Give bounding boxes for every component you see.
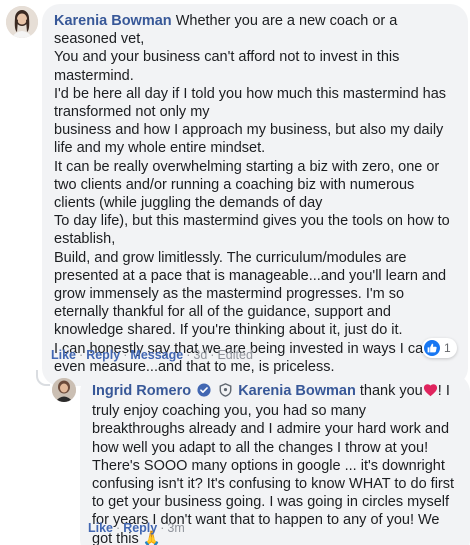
reply-text-start: thank you — [355, 383, 423, 399]
separator-dot: · — [79, 348, 84, 362]
comment-line: I'd be here all day if I told you how mu… — [54, 85, 447, 121]
heart-icon — [423, 383, 438, 399]
message-button[interactable]: Message — [130, 348, 183, 362]
like-reaction-icon — [424, 340, 440, 356]
edited-label[interactable]: Edited — [217, 348, 252, 362]
comment-thread: Karenia Bowman Whether you are a new coa… — [0, 0, 470, 545]
comment-bubble: Karenia Bowman Whether you are a new coa… — [42, 4, 468, 387]
profile-photo-icon — [52, 378, 76, 402]
comment-line: Build, and grow limitlessly. The curricu… — [54, 249, 447, 339]
reply-actions: Like · Reply · 3m — [88, 521, 185, 535]
separator-dot: · — [123, 348, 128, 362]
timestamp[interactable]: 3d — [193, 348, 207, 362]
reply-bubble: Ingrid Romero Karenia Bowman thank you! … — [80, 374, 470, 545]
separator-dot: · — [210, 348, 215, 362]
reaction-count: 1 — [444, 341, 451, 355]
reaction-summary[interactable]: 1 — [422, 338, 457, 358]
comment-body: Karenia Bowman Whether you are a new coa… — [54, 12, 456, 376]
like-button[interactable]: Like — [51, 348, 76, 362]
thread-connector — [36, 370, 50, 386]
separator-dot: · — [116, 521, 121, 535]
mention-link[interactable]: Karenia Bowman — [238, 383, 356, 399]
like-button[interactable]: Like — [88, 521, 113, 535]
reply-button[interactable]: Reply — [86, 348, 120, 362]
separator-dot: · — [160, 521, 165, 535]
reply-button[interactable]: Reply — [123, 521, 157, 535]
comment-line: It can be really overwhelming starting a… — [54, 158, 440, 212]
reply-author-link[interactable]: Ingrid Romero — [92, 383, 191, 399]
timestamp[interactable]: 3m — [167, 521, 184, 535]
comment-line: business and how I approach my business,… — [54, 122, 444, 157]
verified-badge-icon — [197, 383, 211, 402]
comment-author-link[interactable]: Karenia Bowman — [54, 13, 172, 29]
profile-photo-icon — [6, 6, 38, 38]
comment-actions: Like · Reply · Message · 3d · Edited — [51, 348, 253, 362]
reply-avatar[interactable] — [52, 378, 76, 402]
comment-line: You and your business can't afford not t… — [54, 49, 400, 84]
separator-dot: · — [186, 348, 191, 362]
admin-shield-icon — [219, 383, 232, 402]
avatar[interactable] — [6, 6, 38, 38]
comment-line: To day life), but this mastermind gives … — [54, 213, 450, 248]
